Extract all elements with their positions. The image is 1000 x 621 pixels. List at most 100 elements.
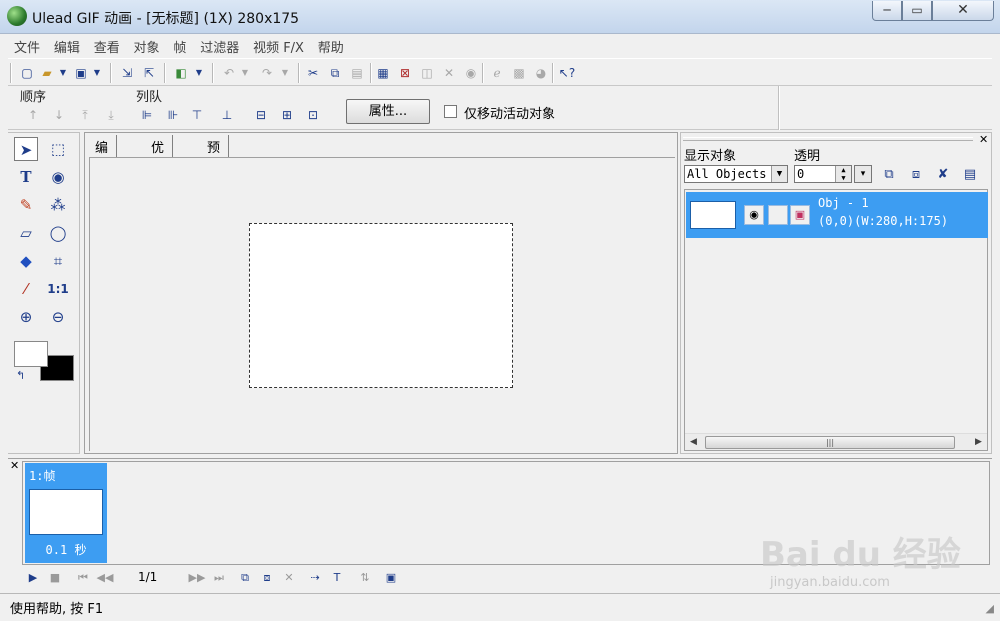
new-file-icon[interactable]: ▢ (18, 64, 36, 82)
cut-icon[interactable]: ✂ (304, 64, 322, 82)
tab-edit[interactable]: 编辑 (85, 135, 118, 175)
object-merge-icon[interactable]: ⧈ (907, 166, 925, 184)
delete-frame-icon[interactable]: ✕ (280, 569, 298, 587)
magic-wand-icon[interactable]: ⁂ (46, 193, 70, 217)
actual-size-icon[interactable]: 1:1 (46, 277, 70, 301)
browser-preview-icon[interactable]: ℯ (488, 64, 506, 82)
panel-grip[interactable] (683, 137, 973, 141)
tween-icon[interactable]: ⇢ (306, 569, 324, 587)
align-left-icon[interactable]: ⊫ (138, 106, 156, 124)
eyedropper-icon[interactable]: ⁄ (14, 277, 38, 301)
ellipse-select-icon[interactable]: ◯ (46, 221, 70, 245)
banner-text-icon[interactable]: T (328, 569, 346, 587)
chevron-left-icon[interactable]: ◀ (685, 434, 702, 451)
object-delete-icon[interactable]: ✕ (440, 64, 458, 82)
tab-optimize[interactable]: 优化 (141, 135, 174, 175)
zoom-in-icon[interactable]: ⊕ (14, 305, 38, 329)
menu-video-fx[interactable]: 视频 F/X (247, 34, 308, 56)
menu-frame[interactable]: 帧 (167, 34, 190, 56)
crop-tool-icon[interactable]: ⌗ (46, 249, 70, 273)
chevron-down-icon[interactable]: ▼ (276, 64, 294, 82)
frame-item[interactable]: 1:帧 0.1 秒 (25, 463, 107, 563)
menu-object[interactable]: 对象 (128, 34, 164, 56)
menu-edit[interactable]: 编辑 (48, 34, 84, 56)
opacity-input[interactable]: 0 ▲ ▼ (794, 165, 852, 183)
paste-icon[interactable]: ▤ (348, 64, 366, 82)
swap-colors-icon[interactable]: ↰ (16, 369, 25, 382)
arrow-down-icon[interactable]: ↓ (50, 106, 68, 124)
spin-arrows-icon[interactable]: ▲ ▼ (835, 166, 851, 182)
import-icon[interactable]: ⇲ (118, 64, 136, 82)
add-frame-icon[interactable]: ⧉ (236, 569, 254, 587)
maximize-button[interactable]: ▭ (902, 1, 932, 21)
menu-help[interactable]: 帮助 (312, 34, 348, 56)
play-icon[interactable]: ▶ (24, 569, 42, 587)
list-item[interactable]: ◉ ▣ Obj - 1 (0,0)(W:280,H:175) (686, 192, 988, 238)
eye-icon[interactable]: ◉ (744, 205, 764, 225)
zoom-out-icon[interactable]: ⊖ (46, 305, 70, 329)
chevron-down-icon[interactable]: ▼ (771, 166, 787, 182)
properties-button[interactable]: 属性... (346, 99, 430, 124)
center-both-icon[interactable]: ⊡ (304, 106, 322, 124)
lasso-tool-icon[interactable]: ◉ (46, 165, 70, 189)
optimize-wizard-icon[interactable]: ▩ (510, 64, 528, 82)
foreground-color-swatch[interactable] (14, 341, 48, 367)
center-vertical-icon[interactable]: ⊞ (278, 106, 296, 124)
frame-strip[interactable]: 1:帧 0.1 秒 (22, 461, 990, 565)
export-icon[interactable]: ⇱ (140, 64, 158, 82)
frame-properties-icon[interactable]: ▣ (382, 569, 400, 587)
fill-tool-icon[interactable]: ◆ (14, 249, 38, 273)
last-frame-icon[interactable]: ⏭ (210, 569, 228, 587)
eraser-tool-icon[interactable]: ▱ (14, 221, 38, 245)
align-right-icon[interactable]: ⊪ (164, 106, 182, 124)
close-button[interactable]: ✕ (932, 1, 994, 21)
brush-tool-icon[interactable]: ✎ (14, 193, 38, 217)
menu-file[interactable]: 文件 (8, 34, 44, 56)
align-top-icon[interactable]: ⊤ (188, 106, 206, 124)
marquee-tool-icon[interactable]: ⬚ (46, 137, 70, 161)
center-horizontal-icon[interactable]: ⊟ (252, 106, 270, 124)
previous-frame-icon[interactable]: ◀◀ (96, 569, 114, 587)
chevron-down-icon[interactable]: ▼ (88, 64, 106, 82)
object-duplicate-icon[interactable]: ◫ (418, 64, 436, 82)
minimize-button[interactable]: ─ (872, 1, 902, 21)
object-properties-icon[interactable]: ▤ (961, 166, 979, 184)
help-pointer-icon[interactable]: ↖? (558, 64, 576, 82)
object-delete-icon[interactable]: ✘ (934, 166, 952, 184)
animation-wizard-icon[interactable]: ◕ (532, 64, 550, 82)
arrow-up-icon[interactable]: ↑ (24, 106, 42, 124)
resize-grip-icon[interactable]: ◢ (986, 602, 994, 615)
reverse-frames-icon[interactable]: ⇅ (356, 569, 374, 587)
launch-editor-icon[interactable]: ◧ (172, 64, 190, 82)
chevron-down-icon[interactable]: ▼ (190, 64, 208, 82)
scrollbar-thumb[interactable]: ||| (705, 436, 955, 449)
stop-icon[interactable]: ■ (46, 569, 64, 587)
color-icon[interactable]: ▣ (790, 205, 810, 225)
object-merge-icon[interactable]: ◉ (462, 64, 480, 82)
send-to-back-icon[interactable]: ⤓ (102, 106, 120, 124)
chevron-right-icon[interactable]: ▶ (970, 434, 987, 451)
canvas-area[interactable] (89, 157, 675, 451)
first-frame-icon[interactable]: ⏮ (74, 569, 92, 587)
chevron-down-icon[interactable]: ▼ (236, 64, 254, 82)
opacity-menu-icon[interactable]: ▾ (854, 165, 872, 183)
close-icon[interactable]: ✕ (10, 459, 19, 472)
redo-icon[interactable]: ↷ (258, 64, 276, 82)
menu-filter[interactable]: 过滤器 (194, 34, 243, 56)
image-canvas[interactable] (249, 223, 513, 388)
next-frame-icon[interactable]: ▶▶ (188, 569, 206, 587)
text-tool-icon[interactable]: T (14, 165, 38, 189)
tab-preview[interactable]: 预览 (197, 135, 230, 175)
horizontal-scrollbar[interactable]: ◀ ||| ▶ (685, 433, 987, 450)
show-objects-select[interactable]: All Objects ▼ (684, 165, 788, 183)
move-active-checkbox[interactable] (444, 105, 457, 118)
bring-to-front-icon[interactable]: ⤒ (76, 106, 94, 124)
menu-view[interactable]: 查看 (88, 34, 124, 56)
duplicate-frame-icon[interactable]: ⧈ (258, 569, 276, 587)
copy-icon[interactable]: ⧉ (326, 64, 344, 82)
close-icon[interactable]: ✕ (979, 133, 988, 146)
align-bottom-icon[interactable]: ⊥ (218, 106, 236, 124)
pick-tool-icon[interactable]: ➤ (14, 137, 38, 161)
frame-delete-icon[interactable]: ⊠ (396, 64, 414, 82)
object-list[interactable]: ◉ ▣ Obj - 1 (0,0)(W:280,H:175) ◀ ||| ▶ (684, 189, 988, 451)
